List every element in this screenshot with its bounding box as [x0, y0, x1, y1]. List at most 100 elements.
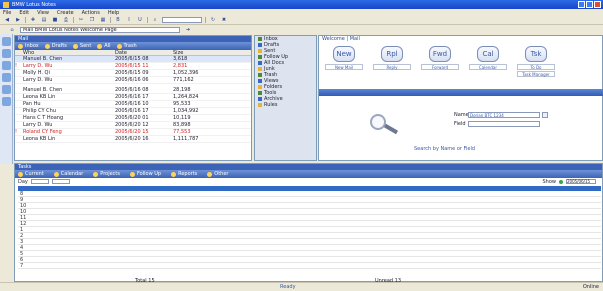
- minimize-button[interactable]: [578, 1, 585, 8]
- function-button[interactable]: Tsk To Do Task Manager: [517, 46, 555, 77]
- task-tab-icon: [207, 171, 213, 177]
- calendar-bookmark-icon[interactable]: [2, 49, 11, 58]
- mail-row[interactable]: Manuel B. Chen 2005/6/16 08 28,198: [15, 87, 251, 94]
- search-icon[interactable]: ⌕: [151, 17, 159, 24]
- menu-help[interactable]: Help: [108, 10, 119, 16]
- cut-icon[interactable]: ✂: [77, 17, 85, 24]
- contacts-bookmark-icon[interactable]: [2, 61, 11, 70]
- refresh-icon[interactable]: ↻: [209, 17, 217, 24]
- font-combo[interactable]: [162, 17, 202, 23]
- name-label: Name: [454, 112, 469, 118]
- mail-cell-flag: [15, 94, 23, 101]
- function-icon: Fwd: [429, 46, 451, 62]
- function-button[interactable]: Rpl Reply: [373, 46, 411, 77]
- folder-icon: [258, 43, 262, 47]
- underline-icon[interactable]: U: [136, 17, 144, 24]
- search-footer[interactable]: Search by Name or Field: [414, 146, 475, 152]
- mail-cell-date: 2005/6/20 12: [115, 122, 149, 128]
- tab-trash[interactable]: Trash: [116, 43, 137, 49]
- maximize-button[interactable]: [586, 1, 593, 8]
- bold-icon[interactable]: B: [114, 17, 122, 24]
- filter-combo[interactable]: [30, 179, 49, 184]
- task-tab[interactable]: Current: [18, 171, 44, 177]
- mail-row[interactable]: Larry D. Wu 2005/6/20 12 83,898: [15, 122, 251, 129]
- back-icon[interactable]: ◀: [3, 17, 11, 24]
- menu-file[interactable]: File: [3, 10, 11, 16]
- save-icon[interactable]: ■: [51, 17, 59, 24]
- tab-inbox[interactable]: Inbox: [18, 43, 39, 49]
- menu-actions[interactable]: Actions: [82, 10, 100, 16]
- title-bar: BMW Lotus Notes: [0, 0, 603, 9]
- new-icon[interactable]: ✚: [29, 17, 37, 24]
- mail-row[interactable]: Larry D. Wu 2005/6/16 06 771,162: [15, 77, 251, 84]
- mail-cell-size: 3,618: [173, 56, 188, 62]
- mail-cell-who: Manuel B. Chen: [23, 56, 63, 62]
- mail-cell-flag: [15, 70, 23, 77]
- function-button[interactable]: New New Mail: [325, 46, 363, 77]
- task-tab[interactable]: Follow Up: [129, 171, 161, 177]
- mail-row[interactable]: Manuel B. Chen 2005/6/15 08 3,618: [15, 56, 251, 63]
- mail-cell-size: 95,533: [173, 101, 191, 107]
- mail-row[interactable]: Hans C T Hoang 2005/6/20 01 10,119: [15, 115, 251, 122]
- go-icon[interactable]: ➜: [184, 26, 192, 33]
- mail-cell-who: Leona KB Lin: [23, 94, 56, 100]
- paste-icon[interactable]: ▦: [99, 17, 107, 24]
- bookmark-bar: [0, 34, 13, 164]
- mail-cell-who: Pan Hu: [23, 101, 41, 107]
- italic-icon[interactable]: I: [125, 17, 133, 24]
- field-input[interactable]: [468, 121, 540, 127]
- forward-icon[interactable]: ▶: [14, 17, 22, 24]
- menu-edit[interactable]: Edit: [19, 10, 29, 16]
- mail-cell-flag: !: [15, 129, 18, 135]
- mail-row[interactable]: Leona KB Lin 2005/6/20 16 1,111,787: [15, 136, 251, 143]
- mail-cell-extra: [209, 115, 249, 122]
- mail-cell-date: 2005/6/16 10: [115, 101, 149, 107]
- main-toolbar: ◀ ▶ ✚ ▤ ■ ⎙ ✂ ❐ ▦ B I U ⌕ ↻ ✖: [0, 16, 603, 25]
- close-button[interactable]: [594, 1, 601, 8]
- filter-combo-2[interactable]: [51, 179, 70, 184]
- mail-row[interactable]: Pan Hu 2005/6/16 10 95,533: [15, 101, 251, 108]
- stop-icon[interactable]: ✖: [220, 17, 228, 24]
- task-panel: Tasks Current Calendar Projects Follow Up Re…: [14, 163, 603, 284]
- mail-row[interactable]: Philip CY Chu 2005/6/16 17 1,034,992: [15, 108, 251, 115]
- tab-all[interactable]: All: [97, 43, 111, 49]
- mail-cell-who: Manuel B. Chen: [23, 87, 63, 93]
- tree-item[interactable]: Rules: [255, 102, 316, 108]
- function-label: Forward: [421, 64, 459, 70]
- tab-sent[interactable]: Sent: [72, 43, 91, 49]
- menu-create[interactable]: Create: [57, 10, 74, 16]
- mail-row[interactable]: Leona KB Lin 2005/6/16 17 1,264,824: [15, 94, 251, 101]
- todo-bookmark-icon[interactable]: [2, 73, 11, 82]
- separator: [25, 17, 26, 23]
- date-combo[interactable]: 2005/06/15: [566, 179, 596, 184]
- task-tab[interactable]: Projects: [93, 171, 120, 177]
- address-field[interactable]: Mail BMW Lotus Notes Welcome Page: [20, 26, 180, 33]
- function-panel-title: Welcome | Mail: [322, 36, 360, 42]
- name-input[interactable]: Dorian BTC 1234: [468, 112, 540, 118]
- menu-view[interactable]: View: [37, 10, 49, 16]
- tab-drafts[interactable]: Drafts: [44, 43, 67, 49]
- mail-cell-extra: [209, 129, 249, 136]
- mail-row[interactable]: Molly H. Qi 2005/6/15 09 1,052,396: [15, 70, 251, 77]
- function-button[interactable]: Cal Calendar: [469, 46, 507, 77]
- hour-row[interactable]: 7: [18, 263, 601, 269]
- task-tab[interactable]: Reports: [171, 171, 197, 177]
- function-label: Reply: [373, 64, 411, 70]
- mail-row[interactable]: ! Larry D. Wu 2005/6/15 11 2,831: [15, 63, 251, 70]
- mail-row[interactable]: ! Roland CY Feng 2005/6/20 15 77,553: [15, 129, 251, 136]
- function-button[interactable]: Fwd Forward: [421, 46, 459, 77]
- online-status[interactable]: Online: [583, 284, 599, 290]
- open-icon[interactable]: ▤: [40, 17, 48, 24]
- replicator-bookmark-icon[interactable]: [2, 85, 11, 94]
- print-icon[interactable]: ⎙: [62, 17, 70, 24]
- mail-bookmark-icon[interactable]: [2, 37, 11, 46]
- filter-label: Day: [18, 178, 28, 185]
- name-dropdown-icon[interactable]: [542, 112, 548, 118]
- copy-icon[interactable]: ❐: [88, 17, 96, 24]
- task-tab[interactable]: Calendar: [53, 171, 83, 177]
- databases-bookmark-icon[interactable]: [2, 97, 11, 106]
- mail-cell-who: Larry D. Wu: [23, 63, 53, 69]
- home-icon[interactable]: ⌂: [8, 26, 16, 33]
- mail-cell-extra: [209, 136, 249, 143]
- task-tab[interactable]: Other: [207, 171, 228, 177]
